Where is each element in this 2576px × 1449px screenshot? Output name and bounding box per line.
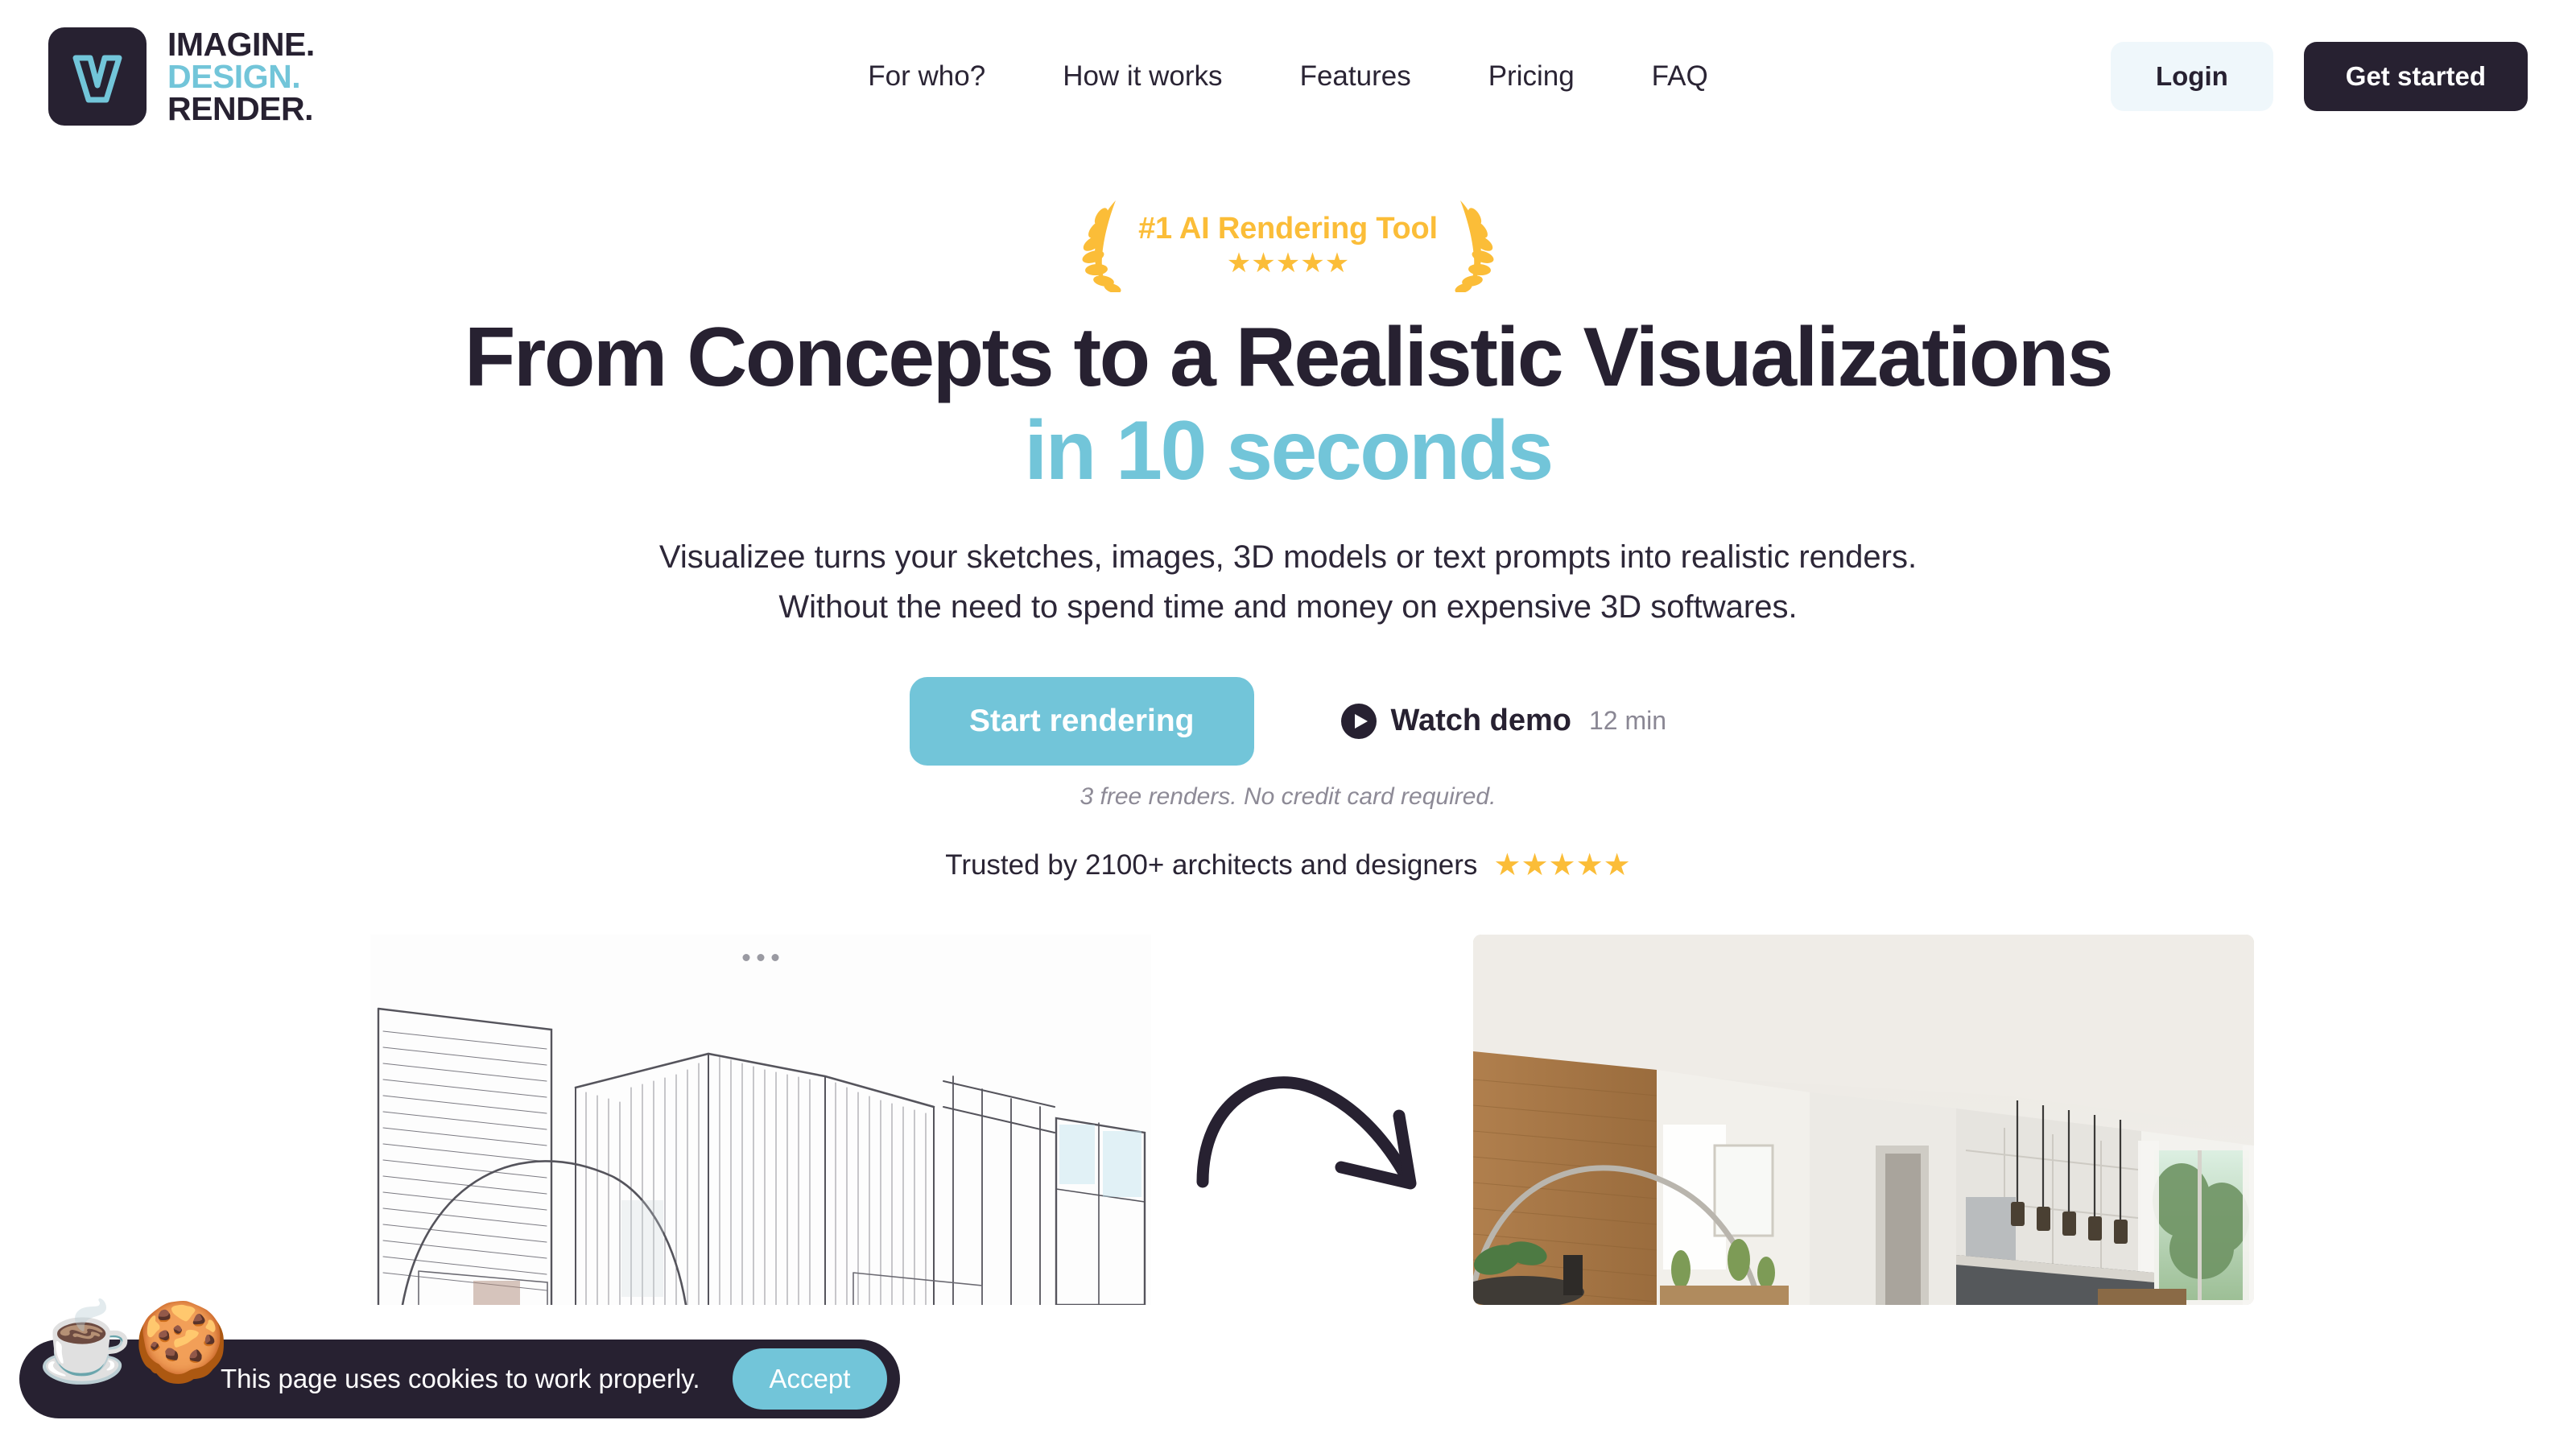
nav-item-faq[interactable]: FAQ	[1652, 60, 1708, 93]
laurel-left-icon	[1082, 200, 1121, 292]
curved-arrow-right-icon	[1196, 1076, 1417, 1190]
login-button[interactable]: Login	[2110, 42, 2273, 111]
main-navigation: For who? How it works Features Pricing F…	[868, 60, 1707, 93]
wordmark-line-2: DESIGN.	[167, 57, 301, 95]
award-badge: #1 AI Rendering Tool ★★★★★	[1071, 192, 1505, 296]
trust-star-rating: ★★★★★	[1493, 848, 1631, 882]
subtitle-line-1: Visualizee turns your sketches, images, …	[658, 539, 1918, 575]
subtitle-line-2: Without the need to spend time and money…	[778, 588, 1798, 625]
coffee-and-cookies-icon: ☕🍪	[37, 1299, 230, 1385]
wordmark-line-3: RENDER.	[167, 90, 314, 128]
brand-logo[interactable]: IMAGINE. DESIGN. RENDER.	[48, 27, 315, 126]
architectural-sketch-image	[370, 934, 1151, 1305]
hero-fineprint: 3 free renders. No credit card required.	[1080, 782, 1496, 810]
header-actions: Login Get started	[2110, 42, 2528, 111]
nav-item-how-it-works[interactable]: How it works	[1063, 60, 1222, 93]
accept-cookies-button[interactable]: Accept	[732, 1348, 888, 1410]
headline-line-1: From Concepts to a Realistic Visualizati…	[464, 311, 2114, 404]
letter-v-logo-icon	[48, 27, 147, 126]
start-rendering-button[interactable]: Start rendering	[909, 676, 1254, 766]
watch-demo-duration: 12 min	[1589, 706, 1667, 736]
cookie-consent-banner: ☕🍪 This page uses cookies to work proper…	[19, 1304, 901, 1418]
hero-subtitle: Visualizee turns your sketches, images, …	[0, 532, 2576, 632]
wordmark-line-1: IMAGINE.	[167, 25, 315, 63]
watch-demo-label: Watch demo	[1390, 704, 1572, 738]
play-icon	[1340, 703, 1377, 739]
site-header: IMAGINE. DESIGN. RENDER. For who? How it…	[0, 0, 2576, 153]
nav-item-for-who[interactable]: For who?	[868, 60, 985, 93]
trust-label: Trusted by 2100+ architects and designer…	[945, 848, 1478, 881]
more-options-icon[interactable]	[742, 953, 779, 961]
badge-label: #1 AI Rendering Tool	[1138, 211, 1438, 246]
cookie-message: This page uses cookies to work properly.	[221, 1364, 700, 1393]
hero-cta-row: Start rendering Watch demo 12 min	[0, 676, 2576, 766]
photorealistic-render-image	[1473, 934, 2254, 1305]
nav-item-features[interactable]: Features	[1300, 60, 1411, 93]
transformation-arrow	[1151, 935, 1473, 1305]
nav-item-pricing[interactable]: Pricing	[1488, 60, 1575, 93]
laurel-right-icon	[1455, 200, 1494, 292]
render-panel	[1473, 934, 2254, 1305]
showcase-section	[0, 934, 2576, 1305]
trust-indicator: Trusted by 2100+ architects and designer…	[0, 849, 2576, 881]
headline-line-2: in 10 seconds	[1024, 404, 1554, 498]
watch-demo-button[interactable]: Watch demo 12 min	[1340, 703, 1667, 739]
sketch-panel	[370, 934, 1151, 1305]
badge-star-rating: ★★★★★	[1226, 247, 1350, 279]
brand-wordmark: IMAGINE. DESIGN. RENDER.	[167, 25, 315, 128]
get-started-button[interactable]: Get started	[2303, 42, 2528, 111]
hero-section: #1 AI Rendering Tool ★★★★★ From Concepts…	[0, 153, 2576, 881]
hero-headline: From Concepts to a Realistic Visualizati…	[0, 311, 2576, 498]
